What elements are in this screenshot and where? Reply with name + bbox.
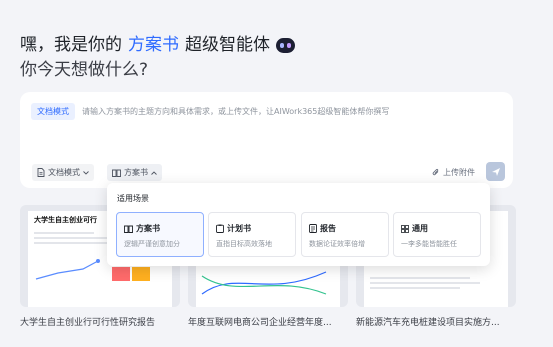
scene-desc: 数据论证效率倍增 [309, 240, 365, 248]
book-icon [124, 225, 133, 233]
doc-mode-label: 文档模式 [48, 168, 80, 177]
scene-option-proposal[interactable]: 方案书 逻辑严谨创意加分 [116, 212, 204, 257]
prompt-input[interactable]: 请输入方案书的主题方向和具体需求，或上传文件，让AIWork365超级智能体帮你… [82, 103, 389, 120]
plan-type-label: 方案书 [124, 168, 148, 177]
chevron-up-icon [151, 170, 157, 175]
card-title: 年度互联网电商公司企业经营年度... [188, 318, 332, 328]
scene-name: 计划书 [227, 224, 251, 233]
greeting-prefix: 嘿，我是你的 [20, 35, 122, 55]
upload-label: 上传附件 [443, 168, 475, 177]
dropdown-title: 适用场景 [117, 194, 149, 203]
send-button[interactable] [486, 162, 505, 181]
card-title: 新能源汽车充电桩建设项目实施方... [356, 318, 500, 328]
card-title: 大学生自主创业行可行性研究报告 [20, 318, 156, 328]
clipboard-icon [216, 224, 224, 233]
upload-button[interactable]: 上传附件 [432, 164, 475, 181]
paperclip-icon [432, 168, 439, 176]
hero: 嘿，我是你的 方案书 超级智能体 你今天想做什么? [20, 34, 295, 81]
scene-name: 通用 [412, 224, 428, 233]
book-icon [112, 169, 121, 177]
send-icon [491, 167, 500, 176]
scene-dropdown: 适用场景 方案书 逻辑严谨创意加分 计划书 直指目标高效落地 报告 数据论证效率… [107, 183, 490, 266]
greeting-suffix: 超级智能体 [185, 35, 270, 55]
scene-option-general[interactable]: 通用 一李多能皆能胜任 [393, 212, 481, 257]
mode-tag[interactable]: 文档模式 [31, 103, 75, 120]
greeting-accent: 方案书 [128, 35, 179, 55]
hero-greeting: 嘿，我是你的 方案书 超级智能体 [20, 34, 295, 56]
scene-desc: 一李多能皆能胜任 [401, 240, 457, 248]
scene-name: 方案书 [136, 224, 160, 233]
grid-icon [401, 224, 409, 233]
prompt-card: 文档模式 请输入方案书的主题方向和具体需求，或上传文件，让AIWork365超级… [20, 92, 513, 188]
scene-name: 报告 [320, 224, 336, 233]
scene-desc: 逻辑严谨创意加分 [124, 240, 180, 248]
chevron-down-icon [83, 170, 89, 175]
plan-type-dropdown[interactable]: 方案书 [107, 164, 162, 181]
scene-desc: 直指目标高效落地 [216, 240, 272, 248]
hero-question: 你今天想做什么? [20, 60, 149, 80]
document-icon [37, 168, 45, 177]
report-icon [309, 224, 317, 233]
scene-option-report[interactable]: 报告 数据论证效率倍增 [301, 212, 389, 257]
scene-option-plan[interactable]: 计划书 直指目标高效落地 [208, 212, 296, 257]
robot-icon [276, 37, 295, 53]
doc-mode-dropdown[interactable]: 文档模式 [32, 164, 94, 181]
thumb-chart-graphic [201, 271, 327, 295]
